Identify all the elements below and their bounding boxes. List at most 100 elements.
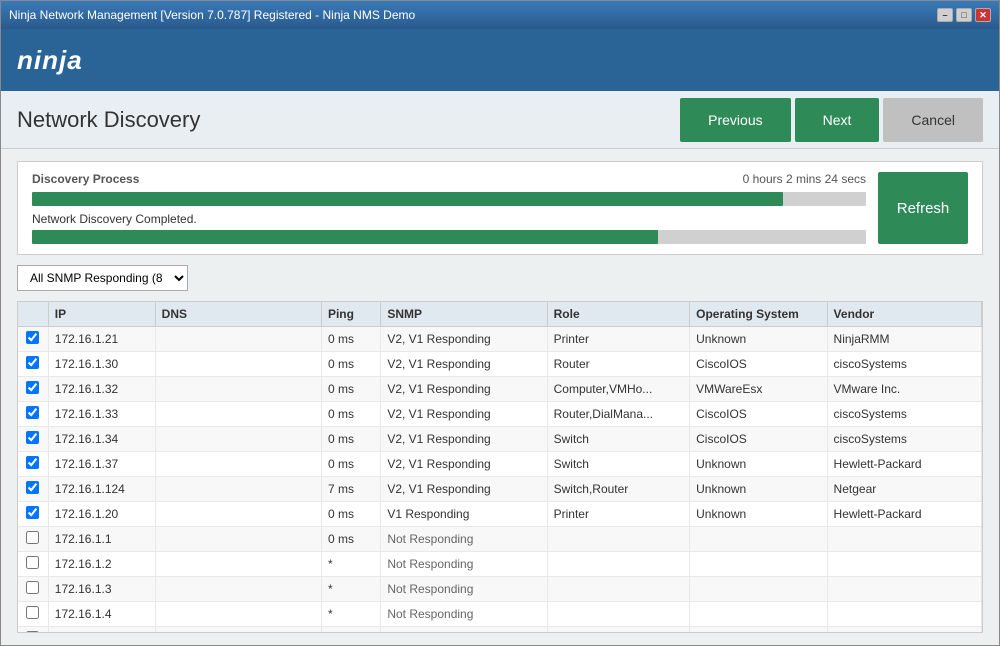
- row-vendor: ciscoSystems: [827, 352, 981, 377]
- row-checkbox[interactable]: [26, 406, 39, 419]
- table-row: 172.16.1.320 msV2, V1 RespondingComputer…: [18, 377, 982, 402]
- row-ip: 172.16.1.20: [48, 502, 155, 527]
- row-checkbox[interactable]: [26, 456, 39, 469]
- row-snmp: Not Responding: [381, 527, 547, 552]
- row-snmp: V2, V1 Responding: [381, 402, 547, 427]
- maximize-button[interactable]: □: [956, 8, 972, 22]
- row-ping: 7 ms: [321, 477, 380, 502]
- row-role: Switch: [547, 427, 690, 452]
- discovery-panel: Discovery Process 0 hours 2 mins 24 secs…: [17, 161, 983, 255]
- row-ip: 172.16.1.3: [48, 577, 155, 602]
- table-scroll[interactable]: IP DNS Ping SNMP Role Operating System V…: [18, 302, 982, 632]
- row-checkbox[interactable]: [26, 631, 39, 632]
- row-os: Unknown: [690, 477, 827, 502]
- row-checkbox[interactable]: [26, 531, 39, 544]
- row-role: [547, 577, 690, 602]
- row-checkbox-cell: [18, 552, 48, 577]
- row-checkbox[interactable]: [26, 331, 39, 344]
- row-vendor: [827, 527, 981, 552]
- row-ping: 0 ms: [321, 502, 380, 527]
- row-checkbox-cell: [18, 352, 48, 377]
- col-header-checkbox: [18, 302, 48, 327]
- row-vendor: ciscoSystems: [827, 402, 981, 427]
- row-vendor: [827, 602, 981, 627]
- main-window: Ninja Network Management [Version 7.0.78…: [0, 0, 1000, 646]
- row-snmp: V2, V1 Responding: [381, 477, 547, 502]
- row-dns: [155, 477, 321, 502]
- row-snmp: V2, V1 Responding: [381, 377, 547, 402]
- row-os: CiscoIOS: [690, 402, 827, 427]
- title-bar: Ninja Network Management [Version 7.0.78…: [1, 1, 999, 29]
- row-snmp: V2, V1 Responding: [381, 352, 547, 377]
- cancel-button[interactable]: Cancel: [883, 98, 983, 142]
- logo-area: ninja: [17, 45, 83, 76]
- row-checkbox-cell: [18, 327, 48, 352]
- row-dns: [155, 352, 321, 377]
- row-role: Router: [547, 352, 690, 377]
- row-role: Printer: [547, 327, 690, 352]
- row-checkbox[interactable]: [26, 606, 39, 619]
- progress-bar-2: [32, 230, 866, 244]
- row-ip: 172.16.1.1: [48, 527, 155, 552]
- row-ip: 172.16.1.30: [48, 352, 155, 377]
- row-checkbox-cell: [18, 602, 48, 627]
- row-ip: 172.16.1.2: [48, 552, 155, 577]
- row-ip: 172.16.1.4: [48, 602, 155, 627]
- row-role: [547, 552, 690, 577]
- next-button[interactable]: Next: [795, 98, 880, 142]
- row-ping: 0 ms: [321, 377, 380, 402]
- row-ping: 0 ms: [321, 402, 380, 427]
- row-checkbox-cell: [18, 402, 48, 427]
- table-row: 172.16.1.340 msV2, V1 RespondingSwitchCi…: [18, 427, 982, 452]
- refresh-button[interactable]: Refresh: [878, 172, 968, 244]
- row-vendor: Netgear: [827, 477, 981, 502]
- logo-text: ninja: [17, 45, 83, 76]
- page-title: Network Discovery: [17, 107, 200, 133]
- title-bar-left: Ninja Network Management [Version 7.0.78…: [9, 8, 415, 22]
- row-ping: *: [321, 552, 380, 577]
- row-role: Switch: [547, 452, 690, 477]
- row-checkbox[interactable]: [26, 381, 39, 394]
- table-row: 172.16.1.5*Not Responding: [18, 627, 982, 633]
- page-header: Network Discovery Previous Next Cancel: [1, 91, 999, 149]
- row-checkbox[interactable]: [26, 581, 39, 594]
- row-dns: [155, 452, 321, 477]
- row-ip: 172.16.1.33: [48, 402, 155, 427]
- row-checkbox[interactable]: [26, 431, 39, 444]
- filter-select[interactable]: All SNMP Responding (8 All Devices Not R…: [17, 265, 188, 291]
- row-checkbox[interactable]: [26, 481, 39, 494]
- minimize-button[interactable]: –: [937, 8, 953, 22]
- row-checkbox-cell: [18, 577, 48, 602]
- row-checkbox[interactable]: [26, 556, 39, 569]
- table-row: 172.16.1.370 msV2, V1 RespondingSwitchUn…: [18, 452, 982, 477]
- row-ip: 172.16.1.21: [48, 327, 155, 352]
- row-os: [690, 527, 827, 552]
- discovery-time: 0 hours 2 mins 24 secs: [743, 172, 866, 186]
- col-header-dns: DNS: [155, 302, 321, 327]
- row-ip: 172.16.1.5: [48, 627, 155, 633]
- page-actions: Previous Next Cancel: [680, 98, 983, 142]
- discovery-status: Network Discovery Completed.: [32, 212, 866, 226]
- close-button[interactable]: ✕: [975, 8, 991, 22]
- discovery-info: Discovery Process 0 hours 2 mins 24 secs…: [32, 172, 866, 244]
- row-dns: [155, 377, 321, 402]
- row-vendor: ciscoSystems: [827, 427, 981, 452]
- previous-button[interactable]: Previous: [680, 98, 790, 142]
- row-ping: 0 ms: [321, 452, 380, 477]
- row-os: VMWareEsx: [690, 377, 827, 402]
- row-os: Unknown: [690, 502, 827, 527]
- row-os: Unknown: [690, 452, 827, 477]
- row-checkbox[interactable]: [26, 356, 39, 369]
- col-header-role: Role: [547, 302, 690, 327]
- row-checkbox[interactable]: [26, 506, 39, 519]
- row-os: CiscoIOS: [690, 427, 827, 452]
- row-checkbox-cell: [18, 527, 48, 552]
- row-os: Unknown: [690, 327, 827, 352]
- row-ping: *: [321, 602, 380, 627]
- window-title: Ninja Network Management [Version 7.0.78…: [9, 8, 415, 22]
- row-vendor: NinjaRMM: [827, 327, 981, 352]
- row-snmp: V2, V1 Responding: [381, 427, 547, 452]
- table-row: 172.16.1.2*Not Responding: [18, 552, 982, 577]
- row-dns: [155, 327, 321, 352]
- row-ping: *: [321, 577, 380, 602]
